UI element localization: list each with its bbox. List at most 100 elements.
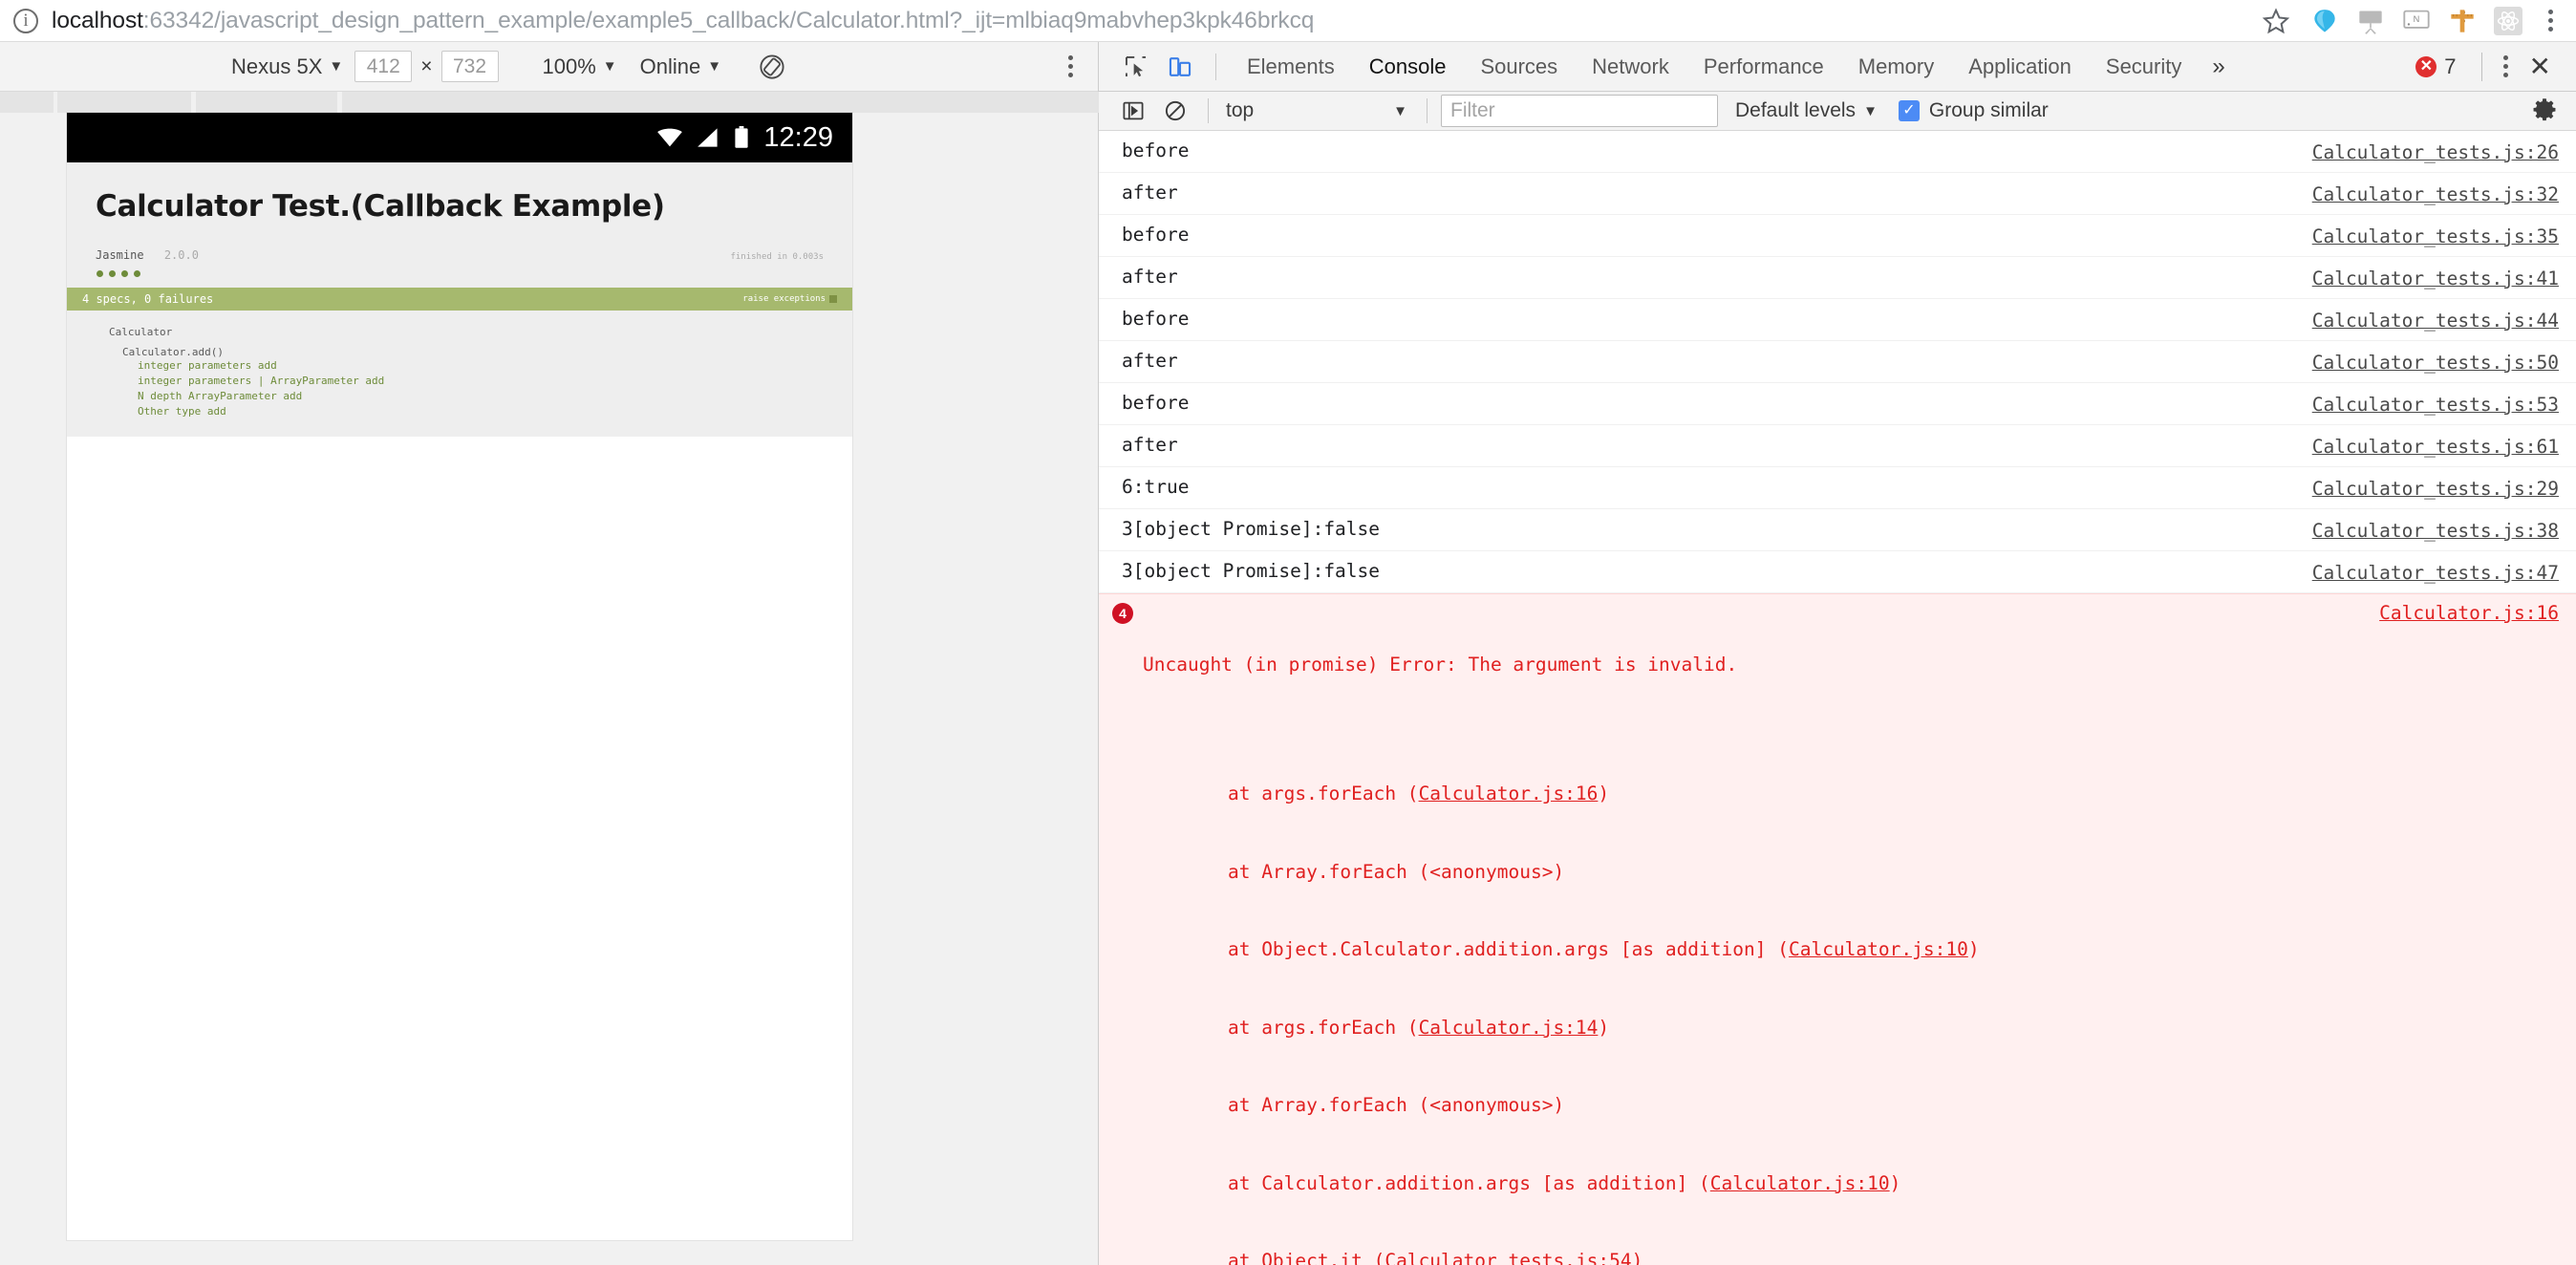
console-toolbar: top ▼ Filter Default levels ▼ ✓ Group si… xyxy=(1099,92,2576,131)
tab-console[interactable]: Console xyxy=(1352,42,1464,92)
inspect-element-icon[interactable] xyxy=(1114,45,1158,89)
console-log-row[interactable]: 3[object Promise]:false Calculator_tests… xyxy=(1099,551,2576,593)
devtools-tabbar: Elements Console Sources Network Perform… xyxy=(1099,42,2576,92)
console-message-text: before xyxy=(1122,139,1190,162)
execution-context-value: top xyxy=(1226,99,1255,121)
toggle-device-toolbar-icon[interactable] xyxy=(1158,45,1202,89)
battery-icon xyxy=(733,126,750,149)
console-source-link[interactable]: Calculator_tests.js:32 xyxy=(2312,182,2559,205)
chevron-double-right-icon[interactable]: » xyxy=(2199,42,2238,92)
tab-network[interactable]: Network xyxy=(1575,42,1686,92)
checkbox-checked-icon[interactable]: ✓ xyxy=(1898,100,1920,121)
jasmine-spec: Other type add xyxy=(138,404,226,418)
device-name: Nexus 5X xyxy=(231,54,323,78)
bookmark-star-icon[interactable] xyxy=(2255,0,2297,42)
clear-console-icon[interactable] xyxy=(1156,92,1194,130)
console-message-text: before xyxy=(1122,392,1190,415)
console-source-link[interactable]: Calculator_tests.js:41 xyxy=(2312,267,2559,289)
console-source-link[interactable]: Calculator_tests.js:35 xyxy=(2312,225,2559,247)
console-filter-input[interactable]: Filter xyxy=(1441,95,1718,127)
ruler-icon[interactable] xyxy=(2440,0,2484,42)
console-message-list[interactable]: before Calculator_tests.js:26 after Calc… xyxy=(1099,131,2576,1265)
jasmine-spec-dots xyxy=(97,270,824,277)
group-similar-toggle[interactable]: ✓ Group similar xyxy=(1898,99,2049,122)
tab-performance[interactable]: Performance xyxy=(1686,42,1841,92)
console-settings-gear-icon[interactable] xyxy=(2526,93,2563,129)
toolbar-divider xyxy=(1208,98,1209,123)
zoom-selector[interactable]: 100% ▼ xyxy=(531,54,629,79)
console-log-row[interactable]: before Calculator_tests.js:53 xyxy=(1099,383,2576,425)
chevron-down-icon: ▼ xyxy=(602,58,617,75)
jasmine-spec: N depth ArrayParameter add xyxy=(138,389,303,402)
viewport-width-input[interactable]: 412 xyxy=(354,51,413,82)
console-log-row[interactable]: before Calculator_tests.js:35 xyxy=(1099,215,2576,257)
checkbox-icon[interactable] xyxy=(829,295,837,303)
stack-frame: at args.forEach (Calculator.js:14) xyxy=(1183,1016,1610,1039)
tab-sources[interactable]: Sources xyxy=(1463,42,1575,92)
note-icon[interactable]: N xyxy=(2394,0,2438,42)
console-source-link[interactable]: Calculator_tests.js:47 xyxy=(2312,561,2559,584)
presentation-icon[interactable] xyxy=(2349,0,2393,42)
throttling-value: Online xyxy=(639,54,701,78)
device-selector[interactable]: Nexus 5X ▼ xyxy=(220,54,354,79)
toolbar-divider xyxy=(1215,53,1216,80)
console-source-link[interactable]: Calculator_tests.js:26 xyxy=(2312,140,2559,163)
console-error-text: Uncaught (in promise) Error: The argumen… xyxy=(1143,653,1738,675)
log-levels-selector[interactable]: Default levels ▼ xyxy=(1735,99,1878,122)
jasmine-summary-text: 4 specs, 0 failures xyxy=(82,292,214,306)
toolbar-divider xyxy=(2480,52,2482,81)
console-sidebar-icon[interactable] xyxy=(1114,92,1152,130)
raise-exceptions-toggle[interactable]: raise exceptions xyxy=(742,294,837,304)
execution-context-selector[interactable]: top ▼ xyxy=(1222,95,1413,127)
console-log-row[interactable]: after Calculator_tests.js:32 xyxy=(1099,173,2576,215)
chevron-down-icon: ▼ xyxy=(1863,102,1878,119)
console-message-text: before xyxy=(1122,224,1190,247)
console-log-row[interactable]: before Calculator_tests.js:26 xyxy=(1099,131,2576,173)
tab-memory[interactable]: Memory xyxy=(1841,42,1951,92)
console-message-text: after xyxy=(1122,182,1178,204)
android-status-bar: 12:29 xyxy=(67,113,852,162)
console-source-link[interactable]: Calculator_tests.js:50 xyxy=(2312,351,2559,374)
group-similar-label: Group similar xyxy=(1928,99,2049,121)
workspace: Nexus 5X ▼ 412 × 732 100% ▼ Online ▼ 12:… xyxy=(0,42,2576,1265)
chrome-menu-icon[interactable] xyxy=(2534,0,2566,42)
console-source-link[interactable]: Calculator_tests.js:61 xyxy=(2312,435,2559,458)
stack-frame: at Calculator.addition.args [as addition… xyxy=(1183,1171,1901,1194)
address-bar[interactable]: localhost:63342/javascript_design_patter… xyxy=(52,8,2255,34)
react-devtools-icon[interactable] xyxy=(2486,0,2530,42)
jasmine-suite-tree: Calculator Calculator.add() integer para… xyxy=(96,326,824,419)
tab-security[interactable]: Security xyxy=(2089,42,2199,92)
device-emulation-toolbar: Nexus 5X ▼ 412 × 732 100% ▼ Online ▼ xyxy=(0,42,1098,92)
console-source-link[interactable]: Calculator.js:16 xyxy=(2379,601,2559,624)
toolbar-divider xyxy=(1427,98,1428,123)
console-log-row[interactable]: 3[object Promise]:false Calculator_tests… xyxy=(1099,509,2576,551)
rotate-device-icon[interactable] xyxy=(758,53,786,81)
console-source-link[interactable]: Calculator_tests.js:38 xyxy=(2312,519,2559,542)
browser-toolbar: i localhost:63342/javascript_design_patt… xyxy=(0,0,2576,42)
console-log-row[interactable]: before Calculator_tests.js:44 xyxy=(1099,299,2576,341)
console-log-row[interactable]: after Calculator_tests.js:50 xyxy=(1099,341,2576,383)
device-more-options-icon[interactable] xyxy=(1059,55,1083,77)
viewport-height-input[interactable]: 732 xyxy=(440,51,499,82)
tab-elements[interactable]: Elements xyxy=(1230,42,1352,92)
throttling-selector[interactable]: Online ▼ xyxy=(629,54,733,79)
console-error-row[interactable]: 4 Uncaught (in promise) Error: The argum… xyxy=(1099,593,2576,1265)
console-source-link[interactable]: Calculator_tests.js:53 xyxy=(2312,393,2559,416)
console-log-row[interactable]: after Calculator_tests.js:41 xyxy=(1099,257,2576,299)
devtools-more-options-icon[interactable] xyxy=(2494,55,2518,77)
console-source-link[interactable]: Calculator_tests.js:44 xyxy=(2312,309,2559,332)
close-devtools-icon[interactable]: ✕ xyxy=(2518,53,2563,80)
console-source-link[interactable]: Calculator_tests.js:29 xyxy=(2312,477,2559,500)
stack-trace: at args.forEach (Calculator.js:16) at Ar… xyxy=(1143,730,2356,1265)
console-error-body: Uncaught (in promise) Error: The argumen… xyxy=(1143,601,2356,1265)
console-log-row[interactable]: 6:true Calculator_tests.js:29 xyxy=(1099,467,2576,509)
vue-devtools-icon[interactable] xyxy=(2303,0,2347,42)
log-levels-value: Default levels xyxy=(1735,99,1857,121)
error-count-badge[interactable]: ✕ 7 xyxy=(2415,54,2457,79)
tab-application[interactable]: Application xyxy=(1951,42,2089,92)
stack-frame: at args.forEach (Calculator.js:16) xyxy=(1183,783,1610,805)
site-info-icon[interactable]: i xyxy=(13,8,38,33)
console-log-row[interactable]: after Calculator_tests.js:61 xyxy=(1099,425,2576,467)
error-circle-icon: ✕ xyxy=(2415,55,2437,77)
chevron-down-icon: ▼ xyxy=(1393,102,1407,119)
